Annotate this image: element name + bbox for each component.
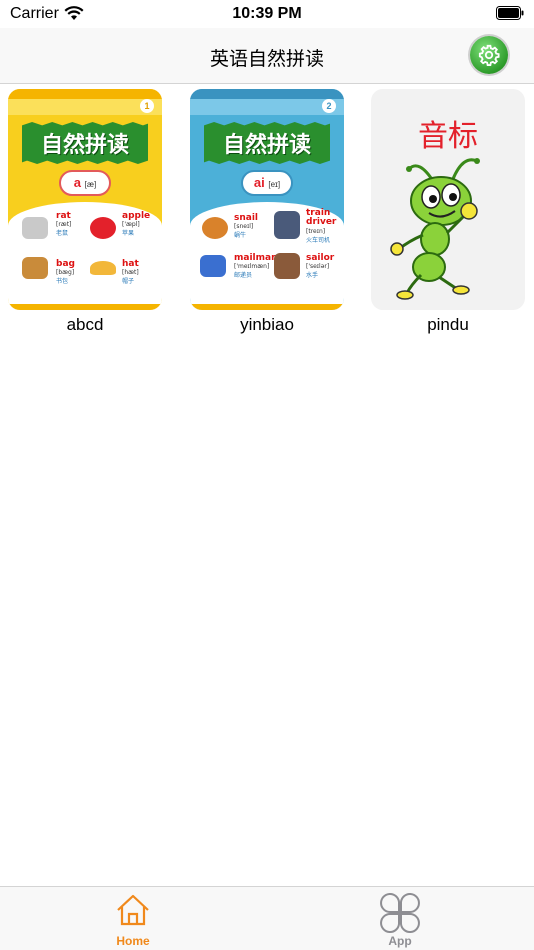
tab-home-label: Home [116,934,150,948]
word-snail: snail [sneɪl] 蜗牛 [234,213,259,239]
settings-button[interactable] [470,36,508,74]
bag-image [22,257,48,279]
phonics-ipa: [æ] [84,180,97,189]
book-card-yinbiao[interactable]: 2 自然拼读 ai [eɪ] snail [sneɪl] 蜗牛 train dr… [190,89,344,335]
word-rat: rat [ræt] 老鼠 [56,211,72,237]
book-card-abcd[interactable]: 1 自然拼读 a [æ] rat [ræt] 老鼠 apple ['æpl] 苹… [8,89,162,335]
home-icon [117,894,149,926]
book-cover-yinbiao[interactable]: 2 自然拼读 ai [eɪ] snail [sneɪl] 蜗牛 train dr… [190,89,344,310]
tab-home[interactable]: Home [73,893,193,948]
cover-banner: 自然拼读 [204,122,330,164]
hat-image [90,261,116,275]
phonics-pill: ai [eɪ] [241,170,293,196]
book-title[interactable]: abcd [8,315,162,335]
cover-banner-text: 自然拼读 [222,133,311,158]
sailor-image [274,253,300,279]
train-driver-image [274,211,300,239]
phonics-letter: a [73,175,82,190]
phonics-ipa: [eɪ] [268,180,281,189]
book-title[interactable]: yinbiao [190,315,344,335]
word-apple: apple ['æpl] 苹果 [122,211,151,237]
cover-banner: 自然拼读 [22,122,148,164]
navigation-bar: 英语自然拼读 [0,28,534,84]
book-card-pindu[interactable]: 音标 pindu [371,89,525,335]
book-number-badge: 1 [140,99,154,113]
cover-banner-text: 自然拼读 [40,133,129,158]
word-mailman: mailman ['meɪlmæn] 邮递员 [234,253,278,279]
status-bar: Carrier 10:39 PM [0,0,534,28]
book-cover-abcd[interactable]: 1 自然拼读 a [æ] rat [ræt] 老鼠 apple ['æpl] 苹… [8,89,162,310]
tab-bar: Home App [0,886,534,950]
word-train-driver: train driver [treɪn] 火车司机 [306,208,337,245]
book-title[interactable]: pindu [371,315,525,335]
rat-image [22,217,48,239]
battery-icon [496,6,524,20]
book-cover-pindu[interactable]: 音标 [371,89,525,310]
tab-app[interactable]: App [340,893,460,948]
clock: 10:39 PM [232,5,302,22]
phonics-pill: a [æ] [59,170,111,196]
word-sailor: sailor ['seɪlər] 水手 [306,253,335,279]
book-number-badge: 2 [322,99,336,113]
gear-icon [478,44,500,66]
apps-icon [380,893,420,933]
tab-app-label: App [388,934,412,948]
word-hat: hat [hæt] 帽子 [122,259,139,285]
phonics-letter: ai [253,175,265,190]
word-bag: bag [bæg] 书包 [56,259,75,285]
apple-image [90,217,116,239]
mailman-image [200,255,226,277]
page-title: 英语自然拼读 [209,48,324,70]
ant-mascot-image [390,158,480,300]
snail-image [202,217,228,239]
